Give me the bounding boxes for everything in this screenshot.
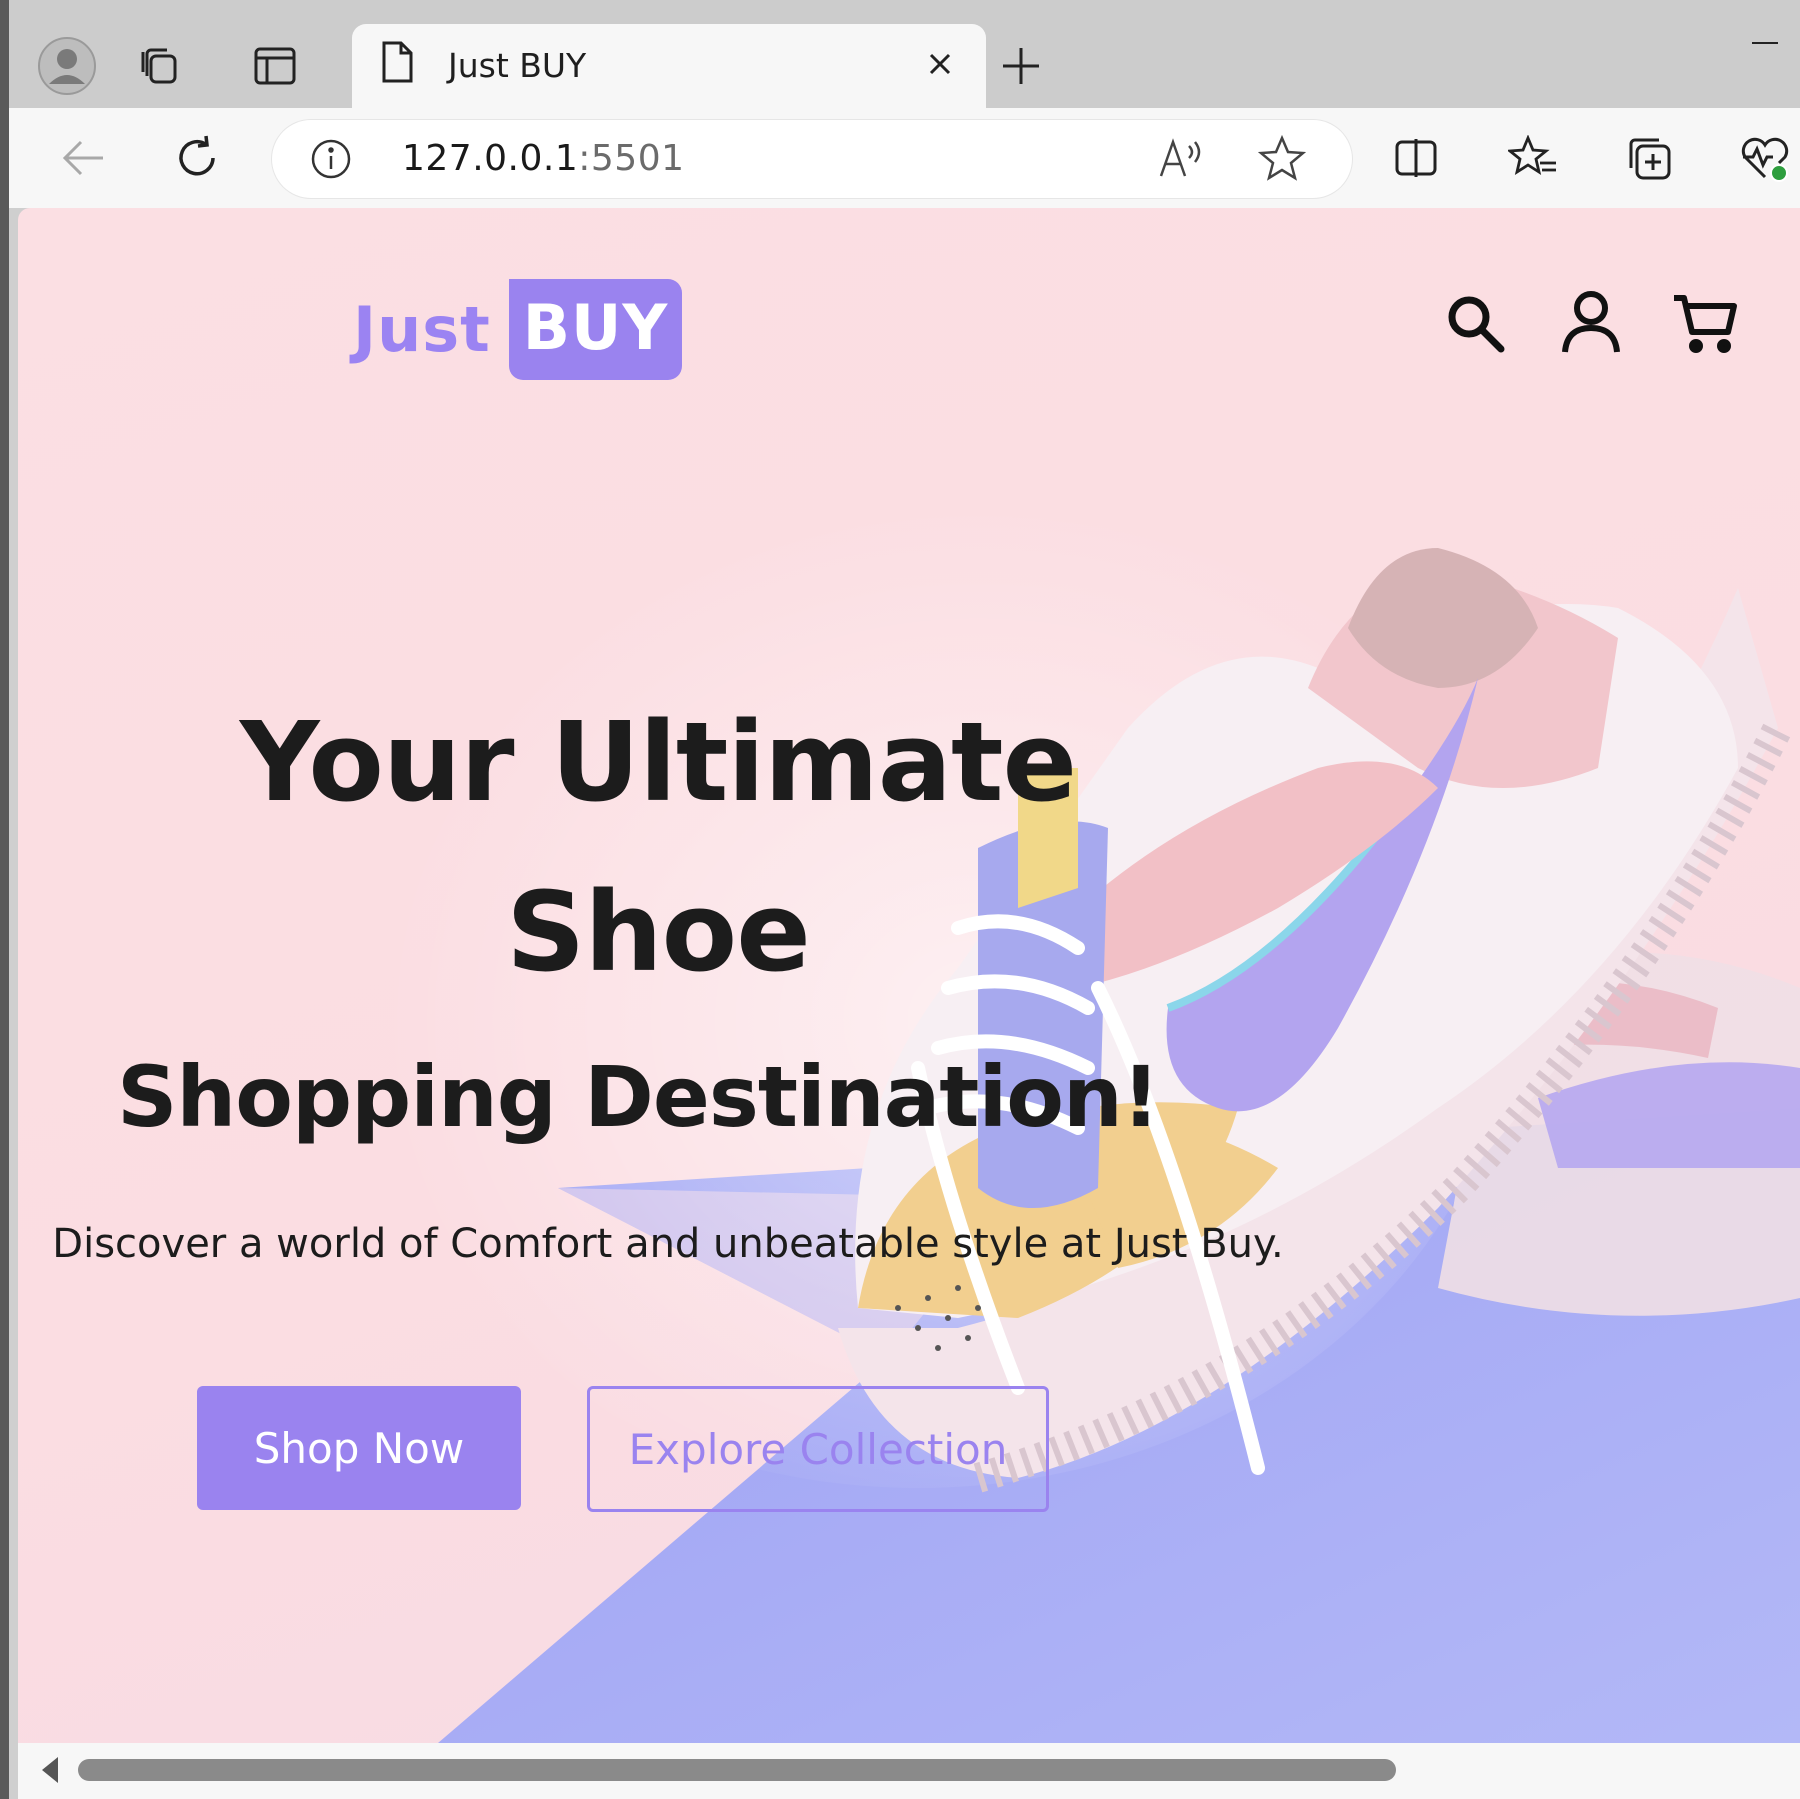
info-icon[interactable] — [310, 138, 352, 184]
profile-icon[interactable] — [37, 36, 97, 96]
close-icon[interactable] — [920, 44, 960, 88]
user-icon[interactable] — [1554, 286, 1628, 360]
address-bar[interactable]: 127.0.0.1:5501 — [272, 120, 1352, 198]
refresh-icon[interactable] — [165, 126, 229, 190]
url-port: :5501 — [578, 138, 685, 179]
cart-icon[interactable] — [1668, 286, 1742, 360]
page-icon — [380, 40, 414, 88]
read-aloud-icon[interactable] — [1157, 136, 1205, 184]
vertical-tabs-icon[interactable] — [245, 36, 305, 96]
shop-now-button[interactable]: Shop Now — [197, 1386, 521, 1510]
new-tab-icon[interactable] — [991, 36, 1051, 96]
explore-collection-button[interactable]: Explore Collection — [587, 1386, 1049, 1512]
minimize-button[interactable] — [1752, 42, 1778, 44]
workspaces-icon[interactable] — [129, 36, 189, 96]
hero-heading-line1: Your Ultimate — [239, 698, 1077, 826]
horizontal-scrollbar[interactable] — [18, 1743, 1800, 1799]
scroll-left-arrow-icon[interactable] — [42, 1757, 58, 1783]
site-logo[interactable]: Just BUY — [353, 272, 683, 386]
split-screen-icon[interactable] — [1384, 126, 1448, 190]
url-text[interactable]: 127.0.0.1:5501 — [402, 138, 685, 179]
tab-title: Just BUY — [448, 46, 587, 85]
logo-buy: BUY — [508, 278, 683, 380]
scrollbar-thumb[interactable] — [78, 1759, 1396, 1781]
search-icon[interactable] — [1438, 286, 1512, 360]
browser-essentials-icon[interactable] — [1733, 126, 1797, 190]
url-host: 127.0.0.1 — [402, 138, 579, 179]
hero-description: Discover a world of Comfort and unbeatab… — [52, 1221, 1284, 1267]
window-edge — [0, 0, 9, 1799]
active-tab[interactable]: Just BUY — [352, 24, 986, 110]
browser-toolbar: 127.0.0.1:5501 — [9, 108, 1800, 208]
favorite-star-icon[interactable] — [1257, 134, 1307, 186]
favorites-icon[interactable] — [1501, 126, 1565, 190]
hero-heading-line2: Shoe — [506, 868, 811, 996]
page-viewport: Just BUY Your Ultimate Shoe Shopping Des… — [18, 208, 1800, 1743]
logo-just: Just — [353, 292, 491, 366]
tab-strip: Just BUY — [9, 0, 1800, 110]
hero-heading-line3: Shopping Destination! — [116, 1048, 1160, 1146]
collections-icon[interactable] — [1617, 126, 1681, 190]
back-icon[interactable] — [51, 126, 115, 190]
